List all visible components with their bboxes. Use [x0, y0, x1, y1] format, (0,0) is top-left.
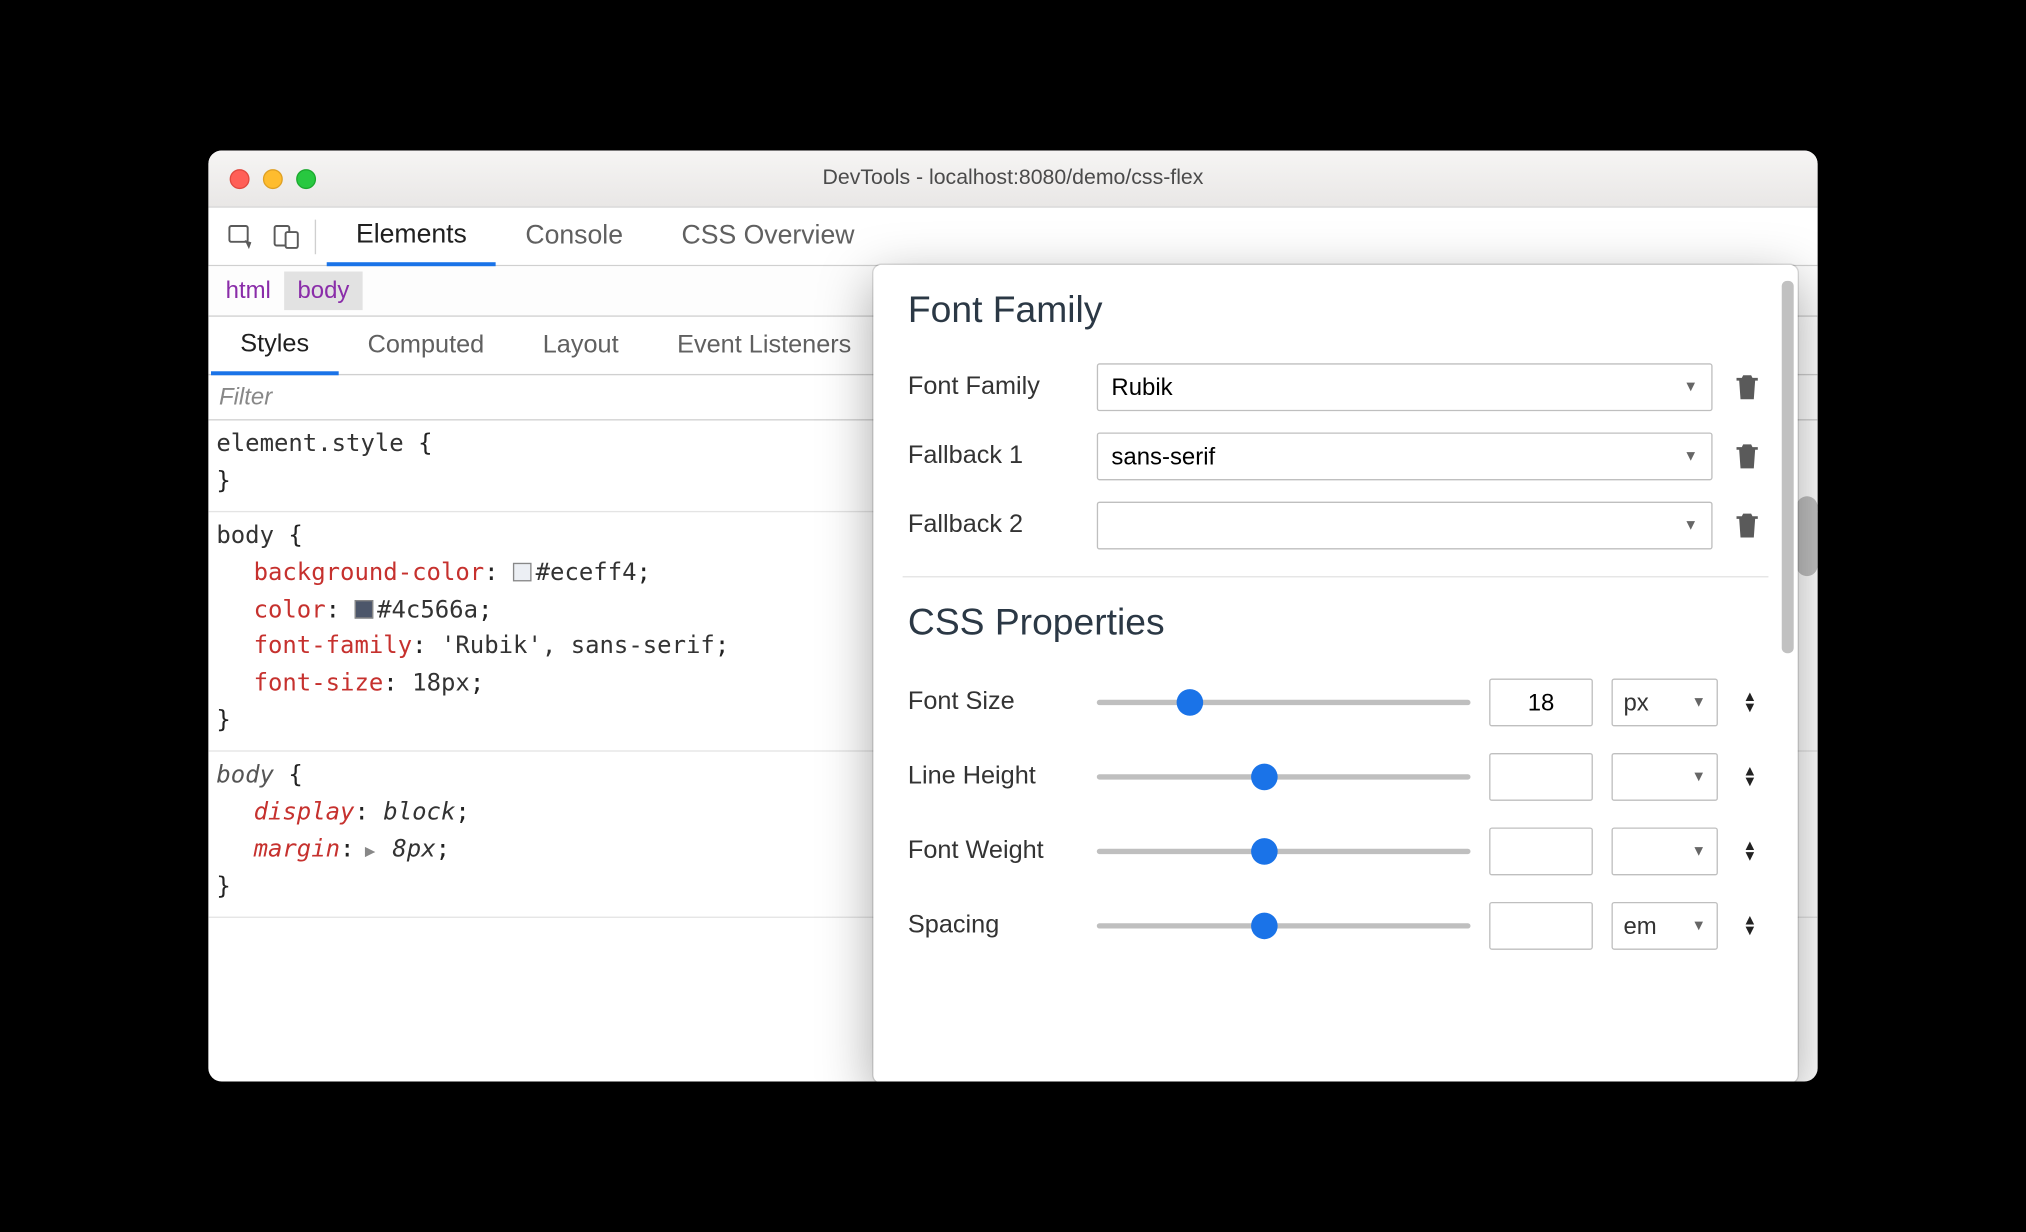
- prop-slider[interactable]: [1097, 774, 1471, 779]
- expand-icon[interactable]: ▶: [354, 842, 375, 862]
- main-tabs: Elements Console CSS Overview: [327, 208, 884, 265]
- fallback-1-select[interactable]: sans-serif ▼: [1097, 432, 1713, 480]
- devtools-toolbar: Elements Console CSS Overview: [208, 208, 1817, 267]
- chevron-down-icon: ▼: [1737, 851, 1764, 862]
- chevron-down-icon: ▼: [1691, 769, 1705, 785]
- delete-icon[interactable]: [1731, 439, 1763, 474]
- css-prop-row: Font Weight▼▲▼: [908, 814, 1763, 888]
- prop-value-input[interactable]: [1489, 679, 1593, 727]
- tab-elements[interactable]: Elements: [327, 208, 496, 265]
- minimize-icon[interactable]: [263, 168, 283, 188]
- selector: body: [216, 761, 274, 789]
- font-family-label: Font Family: [908, 373, 1078, 402]
- delete-icon[interactable]: [1731, 508, 1763, 543]
- zoom-icon[interactable]: [296, 168, 316, 188]
- fallback-1-label: Fallback 1: [908, 442, 1078, 471]
- prop-label: Line Height: [908, 762, 1078, 791]
- css-properties-heading: CSS Properties: [908, 601, 1763, 644]
- close-icon[interactable]: [230, 168, 250, 188]
- font-family-select[interactable]: Rubik ▼: [1097, 363, 1713, 411]
- chevron-down-icon: ▼: [1691, 918, 1705, 934]
- traffic-lights: [230, 168, 316, 188]
- prop-unit-select[interactable]: px▼: [1612, 679, 1718, 727]
- stepper[interactable]: ▲▼: [1737, 683, 1764, 723]
- chevron-down-icon: ▼: [1691, 843, 1705, 859]
- prop-value-input[interactable]: [1489, 753, 1593, 801]
- popover-scrollbar[interactable]: [1782, 281, 1794, 653]
- subtab-layout[interactable]: Layout: [513, 317, 647, 374]
- selector: element.style: [216, 430, 403, 458]
- prop-slider[interactable]: [1097, 849, 1471, 854]
- chevron-down-icon: ▼: [1683, 518, 1697, 534]
- prop-slider[interactable]: [1097, 923, 1471, 928]
- font-editor-popover: Font Family Font Family Rubik ▼ Fallback…: [873, 265, 1797, 1082]
- chevron-down-icon: ▼: [1737, 926, 1764, 937]
- prop-label: Spacing: [908, 911, 1078, 940]
- chevron-down-icon: ▼: [1737, 702, 1764, 713]
- prop-slider[interactable]: [1097, 700, 1471, 705]
- css-prop-row: Spacing em▼ ▲▼: [908, 889, 1763, 963]
- css-prop-row: Font Size px▼ ▲▼: [908, 665, 1763, 739]
- prop-unit-select[interactable]: em▼: [1612, 902, 1718, 950]
- selector: body: [216, 521, 274, 549]
- font-family-heading: Font Family: [908, 289, 1763, 332]
- fallback-1-row: Fallback 1 sans-serif ▼: [908, 422, 1763, 491]
- prop-value-input[interactable]: [1489, 902, 1593, 950]
- prop-label: Font Weight: [908, 837, 1078, 866]
- fallback-2-row: Fallback 2 ▼: [908, 491, 1763, 560]
- prop-unit-select[interactable]: ▼: [1612, 827, 1718, 875]
- color-swatch-icon[interactable]: [513, 562, 532, 581]
- delete-icon[interactable]: [1731, 370, 1763, 405]
- prop-unit-select[interactable]: ▼: [1612, 753, 1718, 801]
- font-family-row: Font Family Rubik ▼: [908, 353, 1763, 422]
- crumb-html[interactable]: html: [212, 272, 284, 311]
- subtab-event-listeners[interactable]: Event Listeners: [648, 317, 881, 374]
- prop-label: Font Size: [908, 688, 1078, 717]
- inspect-icon[interactable]: [219, 214, 264, 259]
- chevron-down-icon: ▼: [1683, 379, 1697, 395]
- tab-css-overview[interactable]: CSS Overview: [652, 208, 883, 265]
- subtab-computed[interactable]: Computed: [338, 317, 513, 374]
- device-toggle-icon[interactable]: [264, 214, 309, 259]
- titlebar: DevTools - localhost:8080/demo/css-flex: [208, 151, 1817, 208]
- chevron-down-icon: ▼: [1691, 694, 1705, 710]
- tab-console[interactable]: Console: [496, 208, 652, 265]
- chevron-down-icon: ▼: [1737, 777, 1764, 788]
- prop-value-input[interactable]: [1489, 827, 1593, 875]
- scrollbar[interactable]: [1796, 496, 1817, 576]
- divider: [903, 576, 1769, 577]
- stepper[interactable]: ▲▼: [1737, 757, 1764, 797]
- css-prop-row: Line Height▼▲▼: [908, 740, 1763, 814]
- crumb-body[interactable]: body: [284, 272, 363, 311]
- separator: [315, 219, 316, 254]
- fallback-2-label: Fallback 2: [908, 511, 1078, 540]
- color-swatch-icon[interactable]: [354, 599, 373, 618]
- stepper[interactable]: ▲▼: [1737, 831, 1764, 871]
- subtab-styles[interactable]: Styles: [211, 317, 338, 374]
- window-title: DevTools - localhost:8080/demo/css-flex: [208, 166, 1817, 190]
- chevron-down-icon: ▼: [1683, 448, 1697, 464]
- stepper[interactable]: ▲▼: [1737, 906, 1764, 946]
- fallback-2-select[interactable]: ▼: [1097, 502, 1713, 550]
